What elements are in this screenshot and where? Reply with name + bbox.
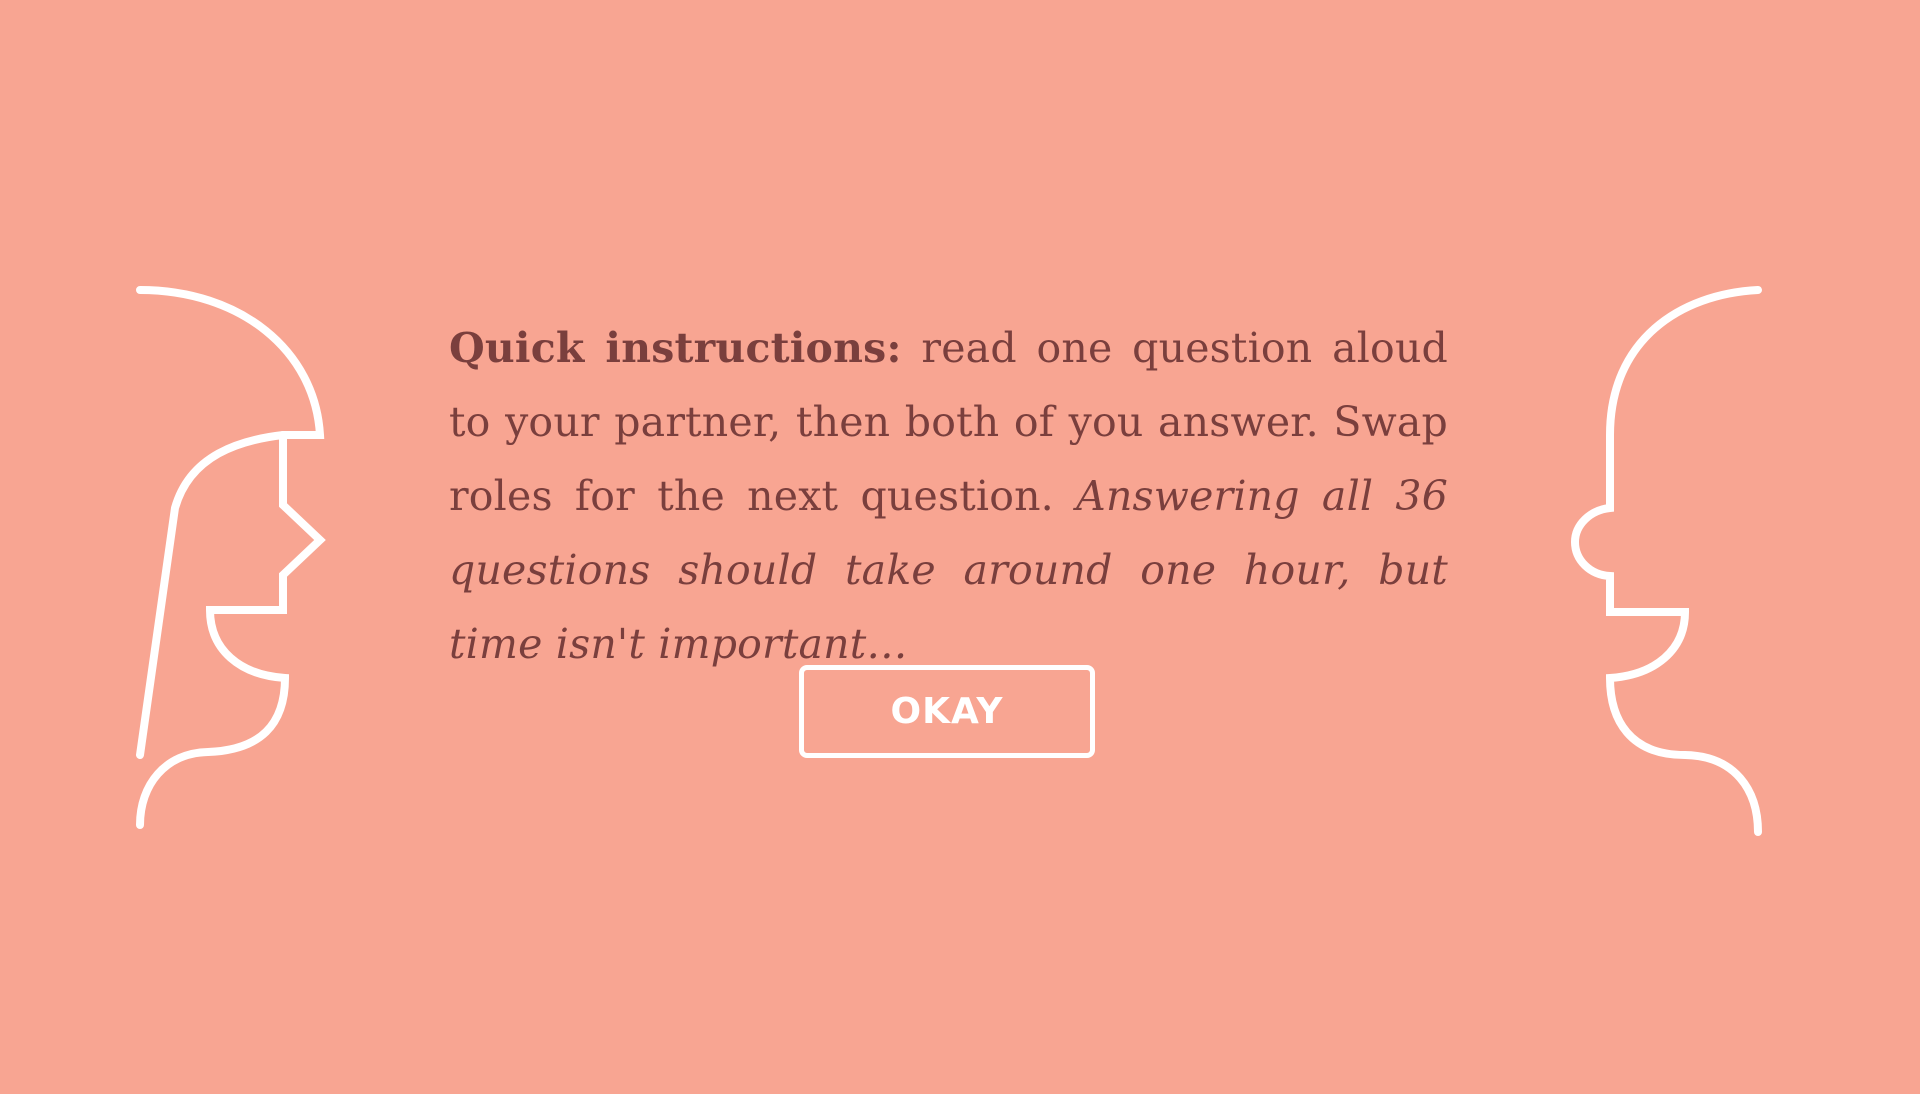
- man-profile-icon: [1560, 280, 1780, 840]
- instructions-heading: Quick instructions:: [449, 324, 902, 372]
- okay-button[interactable]: OKAY: [799, 665, 1095, 758]
- woman-profile-icon: [120, 280, 340, 840]
- instructions-text: Quick instructions: read one question al…: [449, 311, 1448, 681]
